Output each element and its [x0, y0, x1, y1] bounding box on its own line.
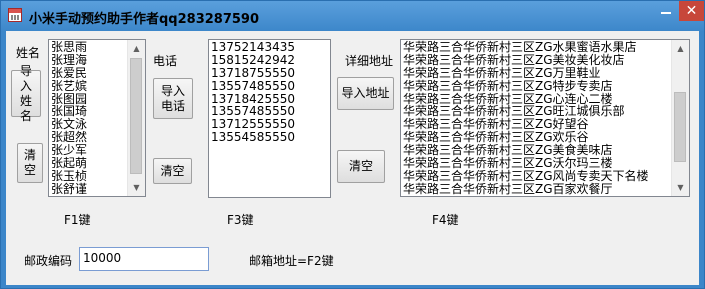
scroll-thumb[interactable]	[130, 58, 142, 174]
list-item[interactable]: 华荣路三合华侨新村三区ZG特步专卖店	[403, 79, 689, 93]
import-addresses-button[interactable]: 导入地址	[337, 77, 394, 110]
list-item[interactable]: 华荣路三合华侨新村三区ZG美妆美化妆店	[403, 53, 689, 67]
client-area: 姓名 导入姓名 清空 张思雨 张理海 张爱民 张艺嫔 张图园 张国琦 张文泳 张超然 张少军 张起…	[6, 31, 699, 285]
app-window: 小米手动预约助手作者qq283287590 ✕ 姓名 导入姓名 清空 张思雨 张理…	[0, 0, 705, 289]
list-item[interactable]: 13718755550	[211, 66, 330, 80]
list-item[interactable]: 华荣路三合华侨新村三区ZG水果蜜语水果店	[403, 41, 689, 54]
addresses-listbox[interactable]: 华荣路三合华侨新村三区ZG水果蜜语水果店 华荣路三合华侨新村三区ZG美妆美化妆店华…	[400, 39, 690, 197]
list-item[interactable]: 华荣路三合华侨新村三区ZG万里鞋业	[403, 66, 689, 80]
scroll-down-icon[interactable]: ▼	[672, 179, 689, 196]
calendar-icon	[8, 8, 22, 22]
list-item[interactable]: 13752143435	[211, 41, 330, 54]
import-phones-button[interactable]: 导入电话	[153, 78, 193, 119]
scroll-thumb[interactable]	[674, 92, 686, 162]
f1-hint: F1键	[64, 213, 91, 227]
scroll-up-icon[interactable]: ▲	[672, 40, 689, 57]
import-names-button[interactable]: 导入姓名	[11, 64, 41, 123]
close-button[interactable]: ✕	[679, 1, 704, 21]
list-item[interactable]: 华荣路三合华侨新村三区ZG沃尔玛三楼	[403, 157, 689, 170]
scroll-down-icon[interactable]: ▼	[128, 179, 145, 196]
list-item[interactable]: 13557485550	[211, 79, 330, 93]
list-item[interactable]: 华荣路三合华侨新村三区ZG百家欢餐厅	[403, 182, 689, 196]
list-item[interactable]: 华荣路三合华侨新村三区ZG风尚专卖天下名楼	[403, 170, 689, 183]
f3-hint: F3键	[227, 213, 254, 227]
title-bar: 小米手动预约助手作者qq283287590 ✕	[1, 1, 704, 31]
window-title: 小米手动预约助手作者qq283287590	[29, 12, 260, 27]
addresses-scrollbar[interactable]: ▲ ▼	[671, 40, 689, 196]
clear-phones-button[interactable]: 清空	[153, 158, 192, 184]
phone-label: 电话	[153, 54, 178, 68]
names-scrollbar[interactable]: ▲ ▼	[127, 40, 145, 196]
names-listbox[interactable]: 张思雨 张理海 张爱民 张艺嫔 张图园 张国琦 张文泳 张超然 张少军 张起萌 张玉桢 张舒谨 ▲ ▼	[48, 39, 146, 197]
clear-names-button[interactable]: 清空	[17, 143, 43, 183]
scroll-up-icon[interactable]: ▲	[128, 40, 145, 57]
list-item[interactable]: 15815242942	[211, 53, 330, 67]
email-hint: 邮箱地址=F2键	[249, 254, 334, 268]
postal-label: 邮政编码	[24, 254, 73, 268]
minimize-button[interactable]	[652, 1, 679, 21]
address-label: 详细地址	[345, 54, 394, 68]
name-label: 姓名	[16, 46, 41, 60]
postal-code-input[interactable]: 10000	[79, 247, 209, 271]
clear-addresses-button[interactable]: 清空	[337, 150, 385, 183]
f4-hint: F4键	[432, 213, 459, 227]
list-item[interactable]: 13554585550	[211, 131, 330, 144]
phones-listbox[interactable]: 13752143435 15815242942 13718755550 1355748…	[208, 39, 331, 198]
